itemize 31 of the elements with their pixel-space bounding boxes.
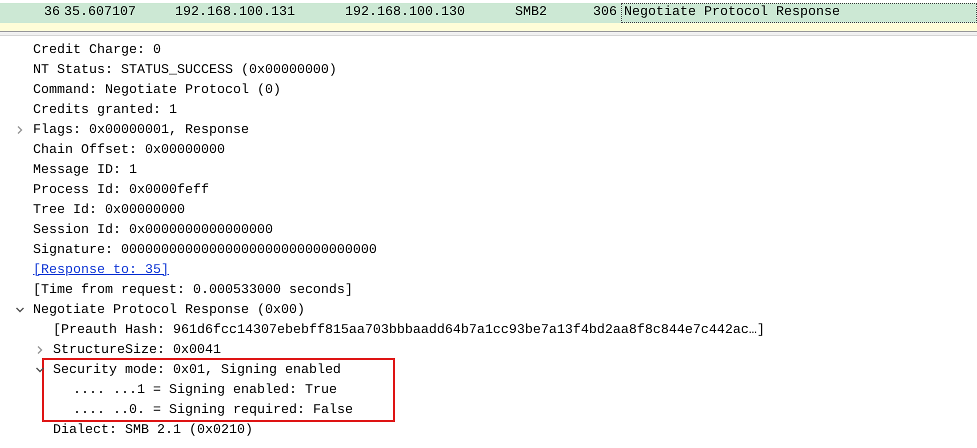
- tree-item[interactable]: .... ..0. = Signing required: False: [73, 402, 353, 418]
- tree-item[interactable]: [Time from request: 0.000533000 seconds]: [33, 282, 353, 298]
- packet-row[interactable]: 36 35.607107 192.168.100.131 192.168.100.130 SMB2 306 Negotiate Protocol Response: [0, 3, 977, 23]
- tree-item[interactable]: Command: Negotiate Protocol (0): [33, 82, 281, 98]
- tree-item[interactable]: Credit Charge: 0: [33, 42, 161, 58]
- chevron-down-icon[interactable]: [15, 305, 25, 315]
- chevron-right-icon[interactable]: [15, 125, 25, 135]
- tree-item[interactable]: Process Id: 0x0000feff: [33, 182, 209, 198]
- tree-item[interactable]: [Preauth Hash: 961d6fcc14307ebebff815aa703bbbaadd64b7a1cc93be7a13f4bd2aa8f8c844e7c442ac…]: [53, 322, 765, 338]
- packet-destination: 192.168.100.130: [345, 4, 466, 22]
- chevron-down-icon[interactable]: [35, 365, 45, 375]
- tree-item[interactable]: .... ...1 = Signing enabled: True: [73, 382, 337, 398]
- packet-length: 306: [592, 4, 618, 22]
- tree-item[interactable]: Negotiate Protocol Response (0x00): [33, 302, 305, 318]
- packet-source: 192.168.100.131: [175, 4, 296, 22]
- tree-item[interactable]: Flags: 0x00000001, Response: [33, 122, 249, 138]
- packet-number: 36: [43, 4, 61, 22]
- packet-time: 35.607107: [64, 4, 137, 22]
- tree-item[interactable]: Tree Id: 0x00000000: [33, 202, 185, 218]
- tree-item[interactable]: Dialect: SMB 2.1 (0x0210): [53, 422, 253, 438]
- tree-item[interactable]: Signature: 00000000000000000000000000000000: [33, 242, 377, 258]
- tree-item[interactable]: Message ID: 1: [33, 162, 137, 178]
- chevron-right-icon[interactable]: [35, 345, 45, 355]
- tree-item[interactable]: Credits granted: 1: [33, 102, 177, 118]
- packet-protocol: SMB2: [515, 4, 548, 22]
- tree-item[interactable]: NT Status: STATUS_SUCCESS (0x00000000): [33, 62, 337, 78]
- tree-item[interactable]: Chain Offset: 0x00000000: [33, 142, 225, 158]
- tree-item[interactable]: StructureSize: 0x0041: [53, 342, 221, 358]
- tree-item[interactable]: Session Id: 0x0000000000000000: [33, 222, 273, 238]
- response-link[interactable]: [Response to: 35]: [33, 262, 169, 278]
- tree-item[interactable]: Security mode: 0x01, Signing enabled: [53, 362, 341, 378]
